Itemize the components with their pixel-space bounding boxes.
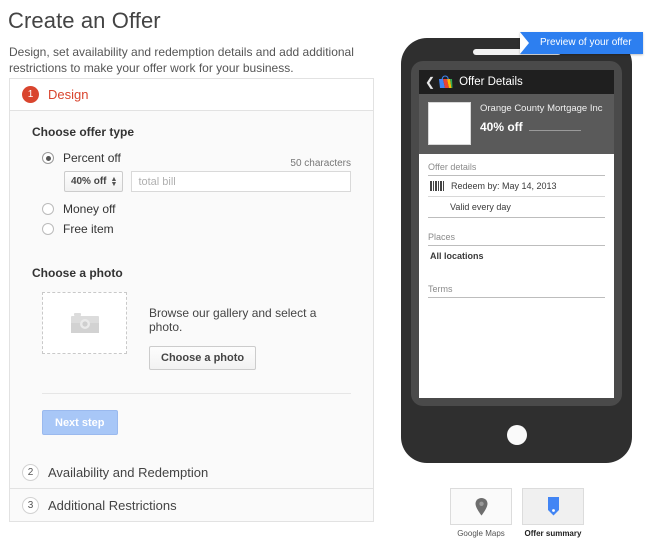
chevron-left-icon[interactable]: ❮ — [425, 76, 435, 88]
divider — [428, 297, 605, 298]
section-title-terms: Terms — [428, 284, 605, 294]
design-step-body: Choose offer type Percent off 50 charact… — [10, 111, 373, 457]
page-title: Create an Offer — [0, 0, 388, 34]
google-offers-bag-icon — [438, 75, 453, 89]
phone-preview-frame: ❮ Offer Details Orange C — [401, 38, 632, 463]
step-number-badge: 1 — [22, 86, 39, 103]
photo-help-text: Browse our gallery and select a photo. — [149, 306, 351, 334]
tab-label: Offer summary — [522, 529, 584, 538]
places-row: All locations — [428, 246, 605, 266]
accordion-step-restrictions[interactable]: 3 Additional Restrictions — [10, 489, 373, 521]
camera-icon — [70, 312, 100, 334]
next-step-button[interactable]: Next step — [42, 410, 118, 435]
photo-meta: Browse our gallery and select a photo. C… — [149, 292, 351, 370]
choose-photo-button[interactable]: Choose a photo — [149, 346, 256, 370]
discount-placeholder-rule — [529, 130, 581, 131]
discount-row: 40% off — [480, 120, 603, 134]
spacer — [428, 218, 605, 232]
offer-header: Orange County Mortgage Inc 40% off — [419, 94, 614, 154]
radio-percent-off[interactable] — [42, 152, 54, 164]
tab-offer-summary[interactable]: Offer summary — [522, 488, 584, 538]
radio-option-money-off[interactable]: Money off — [32, 202, 351, 216]
tag-icon — [547, 497, 560, 516]
step-title: Additional Restrictions — [48, 498, 177, 513]
radio-free-item[interactable] — [42, 223, 54, 235]
choose-photo-label: Choose a photo — [32, 266, 351, 280]
preview-tooltip: Preview of your offer — [520, 32, 643, 54]
accordion-step-design[interactable]: 1 Design — [10, 79, 373, 111]
discount-value: 40% off — [480, 120, 523, 134]
offer-form-column: Create an Offer Design, set availability… — [0, 0, 388, 548]
percent-amount-value: 40% off — [71, 176, 107, 187]
preview-column: ❮ Offer Details Orange C — [388, 0, 647, 548]
tab-google-maps-box[interactable] — [450, 488, 512, 525]
app-bar-title: Offer Details — [459, 76, 523, 88]
offer-thumbnail — [428, 102, 471, 145]
offer-details-body: Offer details Redeem by: May 14, 2013 Va… — [419, 154, 614, 298]
offer-type-label: Choose offer type — [32, 125, 351, 139]
step-number-badge: 2 — [22, 464, 39, 481]
spacer — [428, 266, 605, 284]
radio-label-percent-off: Percent off — [63, 151, 121, 165]
offer-header-text: Orange County Mortgage Inc 40% off — [480, 102, 603, 145]
tab-offer-summary-box[interactable] — [522, 488, 584, 525]
validity-text: Valid every day — [450, 202, 511, 212]
radio-option-free-item[interactable]: Free item — [32, 222, 351, 236]
photo-dropzone[interactable] — [42, 292, 127, 354]
phone-bezel: ❮ Offer Details Orange C — [411, 61, 622, 406]
phone-screen: ❮ Offer Details Orange C — [419, 70, 614, 398]
tab-label: Google Maps — [450, 529, 512, 538]
photo-chooser: Browse our gallery and select a photo. C… — [32, 292, 351, 370]
redeem-by-text: Redeem by: May 14, 2013 — [451, 181, 557, 191]
app-bar: ❮ Offer Details — [419, 70, 614, 94]
radio-label-money-off: Money off — [63, 202, 115, 216]
chevron-updown-icon: ▲▼ — [111, 177, 118, 187]
form-divider — [42, 393, 351, 394]
section-title-places: Places — [428, 232, 605, 242]
section-title-offer-details: Offer details — [428, 162, 605, 172]
radio-label-free-item: Free item — [63, 222, 114, 236]
step-number-badge: 3 — [22, 497, 39, 514]
accordion-step-availability[interactable]: 2 Availability and Redemption — [10, 457, 373, 489]
offer-steps-accordion: 1 Design Choose offer type Percent off 5… — [9, 78, 374, 522]
create-offer-page: Create an Offer Design, set availability… — [0, 0, 647, 548]
offer-detail-input[interactable] — [131, 171, 351, 192]
tab-google-maps[interactable]: Google Maps — [450, 488, 512, 538]
phone-home-button[interactable] — [507, 425, 527, 445]
map-pin-icon — [475, 498, 488, 516]
redeem-by-row: Redeem by: May 14, 2013 — [428, 176, 605, 196]
character-count: 50 characters — [290, 158, 351, 169]
percent-off-fields: 50 characters 40% off ▲▼ — [32, 171, 351, 192]
percent-amount-select[interactable]: 40% off ▲▼ — [64, 171, 123, 192]
step-title: Availability and Redemption — [48, 465, 208, 480]
page-subtitle: Design, set availability and redemption … — [0, 34, 372, 76]
radio-money-off[interactable] — [42, 203, 54, 215]
step-title: Design — [48, 87, 88, 102]
preview-tabs: Google Maps Offer summary — [450, 488, 584, 538]
validity-row: Valid every day — [428, 197, 605, 217]
barcode-icon — [430, 181, 444, 191]
merchant-name: Orange County Mortgage Inc — [480, 103, 603, 114]
